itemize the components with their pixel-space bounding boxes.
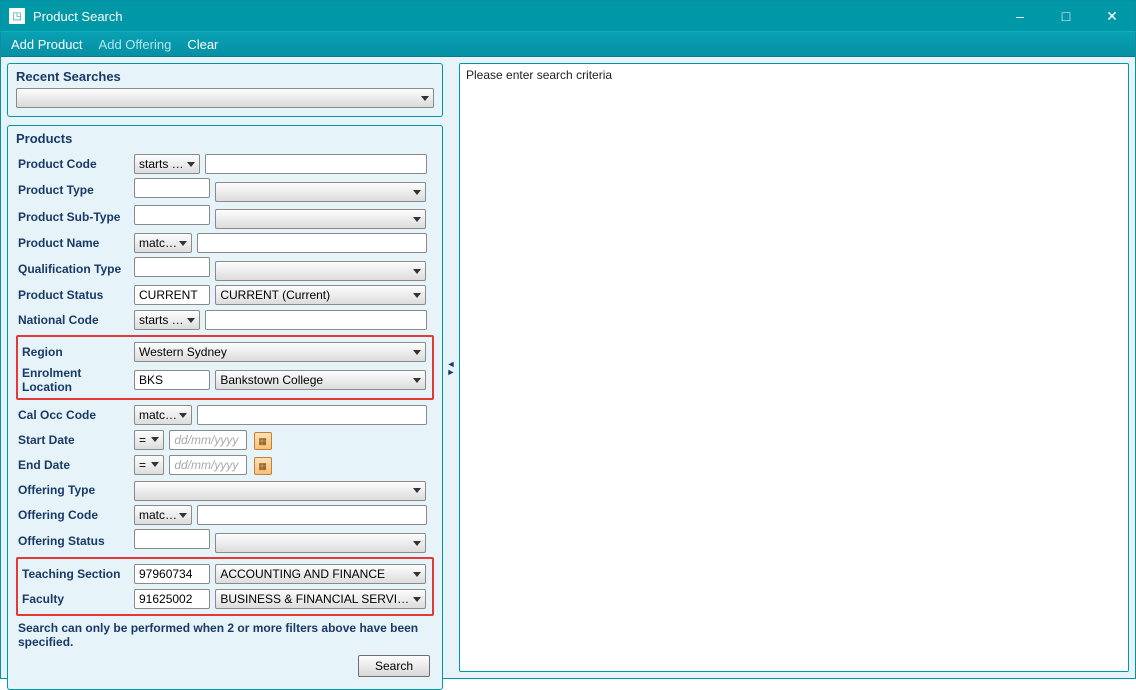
app-icon: ◳ <box>9 8 25 24</box>
start-date-operator[interactable]: = <box>134 430 164 450</box>
label-product-name: Product Name <box>16 232 134 254</box>
search-button[interactable]: Search <box>358 655 430 677</box>
offering-status-dropdown[interactable] <box>215 533 426 553</box>
splitter[interactable]: ◄ ► <box>447 63 455 672</box>
chevron-down-icon <box>187 162 195 167</box>
label-offering-status: Offering Status <box>16 529 134 553</box>
offering-code-input[interactable] <box>197 505 427 525</box>
label-national-code: National Code <box>16 309 134 331</box>
national-code-operator[interactable]: starts with <box>134 310 200 330</box>
national-code-input[interactable] <box>205 310 427 330</box>
chevron-down-icon <box>413 597 421 602</box>
teaching-section-dropdown[interactable]: ACCOUNTING AND FINANCE <box>215 564 426 584</box>
chevron-down-icon <box>151 437 159 442</box>
calendar-icon[interactable]: ▦ <box>254 457 272 475</box>
end-date-input[interactable] <box>169 455 247 475</box>
menubar: Add Product Add Offering Clear <box>1 31 1135 57</box>
recent-searches-panel: Recent Searches <box>7 63 443 117</box>
label-teaching-section: Teaching Section <box>20 563 134 585</box>
splitter-right-icon: ► <box>447 368 456 376</box>
qualification-type-code-input[interactable] <box>134 257 210 277</box>
label-product-status: Product Status <box>16 284 134 306</box>
help-text: Search can only be performed when 2 or m… <box>16 617 434 649</box>
chevron-down-icon <box>179 413 187 418</box>
chevron-down-icon <box>413 541 421 546</box>
product-status-dropdown[interactable]: CURRENT (Current) <box>215 285 426 305</box>
chevron-down-icon <box>179 241 187 246</box>
end-date-operator[interactable]: = <box>134 455 164 475</box>
chevron-down-icon <box>413 350 421 355</box>
chevron-down-icon <box>151 462 159 467</box>
cal-occ-input[interactable] <box>197 405 427 425</box>
label-offering-type: Offering Type <box>16 479 134 501</box>
label-product-code: Product Code <box>16 153 134 175</box>
product-subtype-dropdown[interactable] <box>215 209 426 229</box>
label-product-subtype: Product Sub-Type <box>16 205 134 229</box>
product-name-input[interactable] <box>197 233 427 253</box>
chevron-down-icon <box>187 318 195 323</box>
start-date-input[interactable] <box>169 430 247 450</box>
offering-status-code-input[interactable] <box>134 529 210 549</box>
products-form: Product Code starts with Product Type <box>16 150 434 334</box>
highlight-region-location: Region Western Sydney Enrolment Location… <box>16 335 434 400</box>
titlebar: ◳ Product Search – □ ✕ <box>1 1 1135 31</box>
product-code-operator[interactable]: starts with <box>134 154 200 174</box>
enrolment-location-code-input[interactable] <box>134 370 210 390</box>
faculty-code-input[interactable] <box>134 589 210 609</box>
product-code-input[interactable] <box>205 154 427 174</box>
product-status-code-input[interactable] <box>134 285 210 305</box>
label-offering-code: Offering Code <box>16 504 134 526</box>
chevron-down-icon <box>413 488 421 493</box>
products-panel: Products Product Code starts with Produc… <box>7 125 443 690</box>
label-start-date: Start Date <box>16 429 134 451</box>
minimize-button[interactable]: – <box>997 1 1043 31</box>
products-title: Products <box>8 126 442 148</box>
results-message: Please enter search criteria <box>466 68 612 82</box>
region-dropdown[interactable]: Western Sydney <box>134 342 426 362</box>
close-button[interactable]: ✕ <box>1089 1 1135 31</box>
label-faculty: Faculty <box>20 588 134 610</box>
maximize-button[interactable]: □ <box>1043 1 1089 31</box>
recent-searches-title: Recent Searches <box>8 64 442 86</box>
label-qualification-type: Qualification Type <box>16 257 134 281</box>
menu-clear[interactable]: Clear <box>187 37 218 52</box>
window-buttons: – □ ✕ <box>997 1 1135 31</box>
left-panel: Recent Searches Products Product Code st… <box>7 63 443 672</box>
chevron-down-icon <box>413 217 421 222</box>
chevron-down-icon <box>179 513 187 518</box>
label-cal-occ-code: Cal Occ Code <box>16 404 134 426</box>
enrolment-location-dropdown[interactable]: Bankstown College <box>215 370 426 390</box>
recent-searches-dropdown[interactable] <box>16 88 434 108</box>
label-product-type: Product Type <box>16 178 134 202</box>
offering-type-dropdown[interactable] <box>134 481 426 501</box>
highlight-teaching-faculty: Teaching Section ACCOUNTING AND FINANCE … <box>16 557 434 616</box>
chevron-down-icon <box>413 572 421 577</box>
qualification-type-dropdown[interactable] <box>215 261 426 281</box>
label-enrolment-location: Enrolment Location <box>20 366 134 394</box>
product-name-operator[interactable]: matches <box>134 233 192 253</box>
chevron-down-icon <box>413 269 421 274</box>
product-subtype-code-input[interactable] <box>134 205 210 225</box>
calendar-icon[interactable]: ▦ <box>254 432 272 450</box>
label-region: Region <box>20 341 134 363</box>
window-title: Product Search <box>33 9 997 24</box>
chevron-down-icon <box>413 378 421 383</box>
product-type-code-input[interactable] <box>134 178 210 198</box>
chevron-down-icon <box>413 293 421 298</box>
offering-code-operator[interactable]: matches <box>134 505 192 525</box>
product-type-dropdown[interactable] <box>215 182 426 202</box>
results-panel: Please enter search criteria <box>459 63 1129 672</box>
content-area: Recent Searches Products Product Code st… <box>1 57 1135 678</box>
label-end-date: End Date <box>16 454 134 476</box>
chevron-down-icon <box>421 96 429 101</box>
cal-occ-operator[interactable]: matches <box>134 405 192 425</box>
faculty-dropdown[interactable]: BUSINESS & FINANCIAL SERVICES <box>215 589 426 609</box>
teaching-section-code-input[interactable] <box>134 564 210 584</box>
chevron-down-icon <box>413 190 421 195</box>
menu-add-product[interactable]: Add Product <box>11 37 83 52</box>
menu-add-offering[interactable]: Add Offering <box>99 37 172 52</box>
